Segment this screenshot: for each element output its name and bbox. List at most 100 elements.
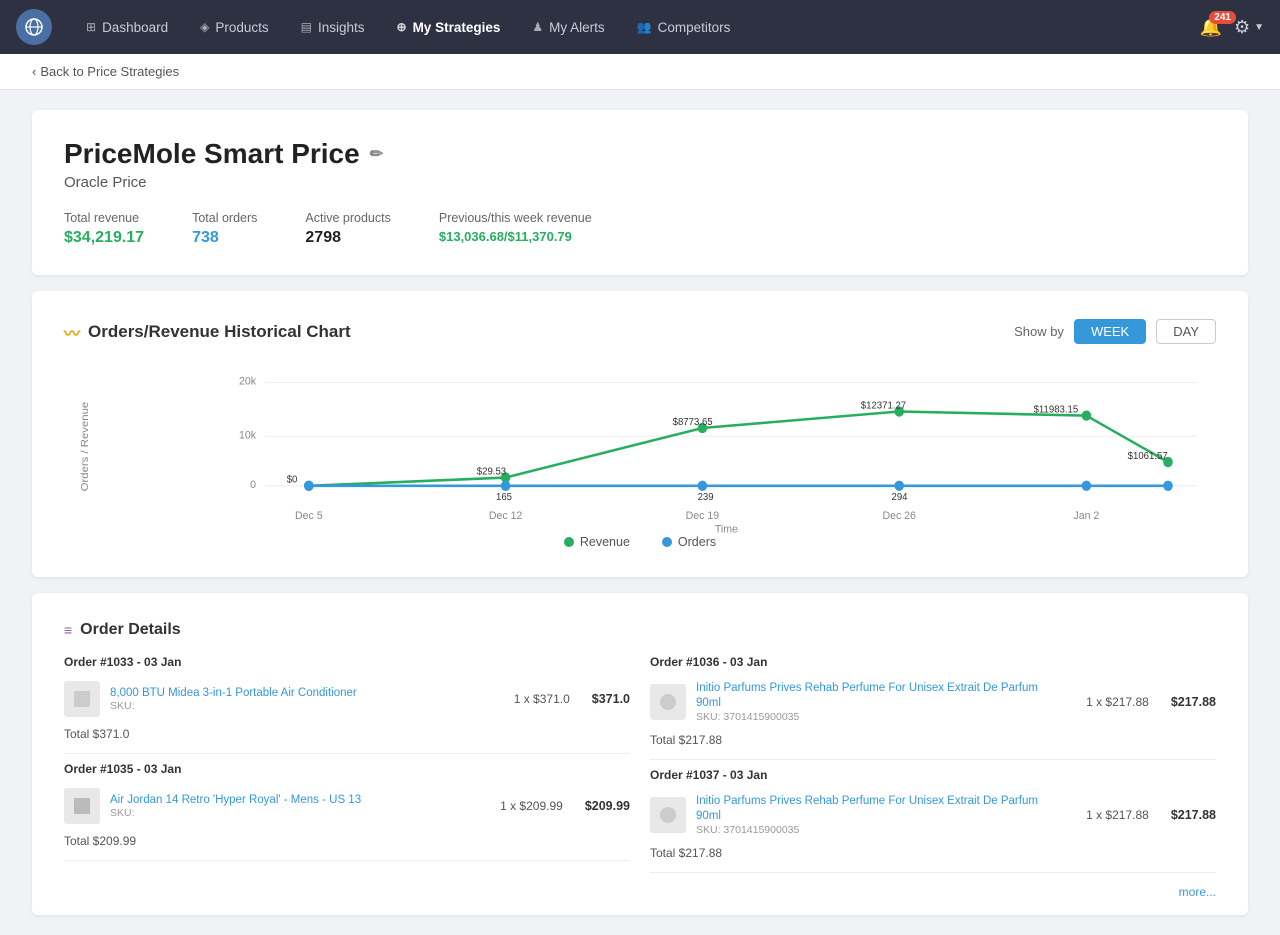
nav-competitors[interactable]: 👥 Competitors: [623, 12, 745, 43]
day-button[interactable]: DAY: [1156, 319, 1216, 344]
settings-button[interactable]: ⚙ ▼: [1234, 17, 1264, 38]
order-thumb-1037: [650, 797, 686, 833]
order-info-1035: Air Jordan 14 Retro 'Hyper Royal' - Mens…: [110, 793, 478, 820]
stat-label-week: Previous/this week revenue: [439, 211, 592, 225]
main-content: PriceMole Smart Price ✏ Oracle Price Tot…: [0, 90, 1280, 935]
breadcrumb-bar: ‹ Back to Price Strategies: [0, 54, 1280, 90]
show-by-label: Show by: [1014, 324, 1064, 339]
stat-total-orders: Total orders 738: [192, 211, 257, 247]
stat-label-products: Active products: [305, 211, 390, 225]
order-thumb-1033: [64, 681, 100, 717]
stat-active-products: Active products 2798: [305, 211, 390, 247]
page-title: PriceMole Smart Price ✏: [64, 138, 1216, 170]
order-total-1033: Total $371.0: [64, 727, 630, 741]
stat-value-products: 2798: [305, 229, 390, 247]
notification-button[interactable]: 🔔 241: [1200, 17, 1222, 38]
chart-icon: 〰: [64, 320, 80, 344]
order-1035: Order #1035 - 03 Jan Air Jordan 14 Retro…: [64, 762, 630, 861]
order-total-1036: Total $217.88: [650, 733, 1216, 747]
order-qty-1036: 1 x $217.88: [1074, 695, 1161, 709]
order-name-1036: Initio Parfums Prives Rehab Perfume For …: [696, 681, 1064, 711]
stat-label-revenue: Total revenue: [64, 211, 144, 225]
order-sku-1035: SKU:: [110, 807, 478, 819]
order-sku-1036: SKU: 3701415900035: [696, 711, 1064, 723]
more-link[interactable]: more...: [650, 881, 1216, 899]
edit-icon[interactable]: ✏: [370, 144, 383, 164]
stats-card: PriceMole Smart Price ✏ Oracle Price Tot…: [32, 110, 1248, 275]
week-button[interactable]: WEEK: [1074, 319, 1146, 344]
order-row-1035: Air Jordan 14 Retro 'Hyper Royal' - Mens…: [64, 784, 630, 828]
svg-text:20k: 20k: [239, 375, 257, 387]
order-row-1033: 8,000 BTU Midea 3-in-1 Portable Air Cond…: [64, 677, 630, 721]
order-price-1037: $217.88: [1171, 808, 1216, 822]
order-total-1035: Total $209.99: [64, 834, 630, 848]
app-logo: [16, 9, 52, 45]
svg-text:Jan 2: Jan 2: [1073, 510, 1099, 522]
chart-svg: 20k 10k 0 Orders / Revenue $0: [64, 364, 1216, 524]
legend-revenue: Revenue: [564, 535, 630, 549]
nav-my-strategies[interactable]: ⊕ My Strategies: [383, 12, 515, 43]
stat-week-revenue: Previous/this week revenue $13,036.68/$1…: [439, 211, 592, 244]
strategies-icon: ⊕: [397, 20, 407, 34]
order-info-1037: Initio Parfums Prives Rehab Perfume For …: [696, 794, 1064, 836]
stat-value-revenue: $34,219.17: [64, 229, 144, 247]
nav-my-alerts[interactable]: ♟ My Alerts: [518, 12, 618, 43]
svg-text:10k: 10k: [239, 429, 257, 441]
svg-text:0: 0: [250, 479, 256, 491]
orders-left: Order #1033 - 03 Jan 8,000 BTU Midea 3-i…: [64, 655, 630, 899]
svg-text:$29.53: $29.53: [477, 466, 507, 477]
orders-dot: [662, 537, 672, 547]
order-1036: Order #1036 - 03 Jan Initio Parfums Priv…: [650, 655, 1216, 760]
order-sku-1033: SKU:: [110, 700, 492, 712]
show-by-controls: Show by WEEK DAY: [1014, 319, 1216, 344]
orders-right: Order #1036 - 03 Jan Initio Parfums Priv…: [650, 655, 1216, 899]
order-name-1033: 8,000 BTU Midea 3-in-1 Portable Air Cond…: [110, 686, 492, 701]
insights-icon: ▤: [301, 20, 312, 34]
svg-text:$0: $0: [287, 474, 298, 485]
svg-text:Dec 12: Dec 12: [489, 510, 522, 522]
order-name-1037: Initio Parfums Prives Rehab Perfume For …: [696, 794, 1064, 824]
stat-value-orders: 738: [192, 229, 257, 247]
order-name-1035: Air Jordan 14 Retro 'Hyper Royal' - Mens…: [110, 793, 478, 808]
svg-text:Orders / Revenue: Orders / Revenue: [79, 402, 91, 492]
chart-title: 〰 Orders/Revenue Historical Chart: [64, 320, 351, 344]
order-1037: Order #1037 - 03 Jan Initio Parfums Priv…: [650, 768, 1216, 873]
chart-header: 〰 Orders/Revenue Historical Chart Show b…: [64, 319, 1216, 344]
notification-badge: 241: [1209, 11, 1236, 24]
chevron-left-icon: ‹: [32, 64, 36, 79]
svg-text:$8773.65: $8773.65: [673, 417, 713, 428]
order-info-1036: Initio Parfums Prives Rehab Perfume For …: [696, 681, 1064, 723]
nav-dashboard[interactable]: ⊞ Dashboard: [72, 12, 182, 43]
nav-insights[interactable]: ▤ Insights: [287, 12, 379, 43]
order-price-1036: $217.88: [1171, 695, 1216, 709]
grid-icon: ≡: [64, 622, 72, 638]
stat-prev-week: $13,036.68/$11,370.79: [439, 229, 592, 244]
svg-text:Dec 5: Dec 5: [295, 510, 323, 522]
order-row-1036: Initio Parfums Prives Rehab Perfume For …: [650, 677, 1216, 727]
svg-text:Time: Time: [715, 523, 738, 535]
order-qty-1037: 1 x $217.88: [1074, 808, 1161, 822]
order-thumb-1035: [64, 788, 100, 824]
dashboard-icon: ⊞: [86, 20, 96, 34]
navbar: ⊞ Dashboard ◈ Products ▤ Insights ⊕ My S…: [0, 0, 1280, 54]
legend-orders: Orders: [662, 535, 716, 549]
chart-container: 20k 10k 0 Orders / Revenue $0: [64, 364, 1216, 527]
order-sku-1037: SKU: 3701415900035: [696, 824, 1064, 836]
order-header-1035: Order #1035 - 03 Jan: [64, 762, 630, 776]
order-header-1037: Order #1037 - 03 Jan: [650, 768, 1216, 782]
page-subtitle: Oracle Price: [64, 174, 1216, 191]
svg-text:$12371.27: $12371.27: [861, 400, 907, 411]
orders-grid: Order #1033 - 03 Jan 8,000 BTU Midea 3-i…: [64, 655, 1216, 899]
order-price-1035: $209.99: [585, 799, 630, 813]
section-title: ≡ Order Details: [64, 621, 1216, 639]
back-button[interactable]: ‹ Back to Price Strategies: [32, 64, 179, 79]
order-header-1033: Order #1033 - 03 Jan: [64, 655, 630, 669]
order-info-1033: 8,000 BTU Midea 3-in-1 Portable Air Cond…: [110, 686, 492, 713]
alerts-icon: ♟: [532, 20, 543, 34]
svg-text:239: 239: [698, 492, 714, 503]
products-icon: ◈: [200, 20, 209, 34]
order-thumb-1036: [650, 684, 686, 720]
nav-products[interactable]: ◈ Products: [186, 12, 283, 43]
chart-card: 〰 Orders/Revenue Historical Chart Show b…: [32, 291, 1248, 577]
stat-label-orders: Total orders: [192, 211, 257, 225]
